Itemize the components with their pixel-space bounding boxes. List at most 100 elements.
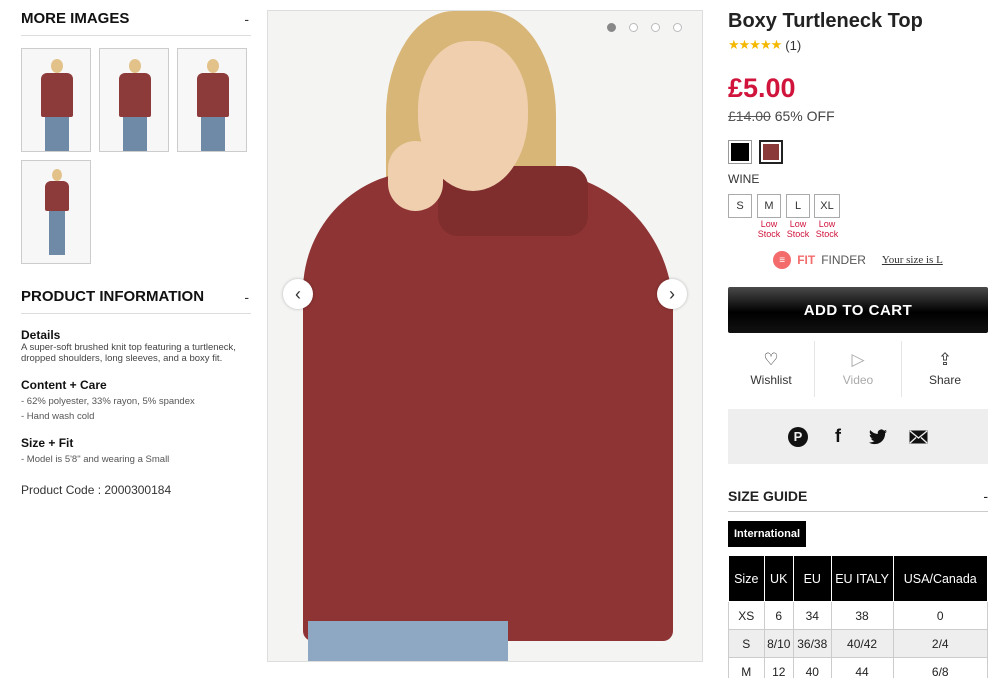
sale-price: £5.00 [728, 73, 796, 103]
product-information: PRODUCT INFORMATION - Details A super-so… [21, 288, 251, 497]
thumbnail-image[interactable] [177, 48, 247, 152]
size-guide-tab-international[interactable]: International [728, 521, 807, 547]
table-cell: 40 [792, 657, 832, 678]
carousel-dot[interactable] [673, 23, 682, 32]
share-icon: ⇪ [937, 350, 953, 369]
table-cell: 44 [830, 657, 894, 678]
low-stock-label: Low Stock [786, 219, 810, 239]
details-title: Details [21, 328, 61, 342]
share-button[interactable]: ⇪ Share [902, 341, 988, 397]
original-price-row: £14.00 65% OFF [728, 108, 988, 124]
content-care-title: Content + Care [21, 378, 107, 392]
more-images-title: MORE IMAGES [21, 10, 130, 27]
wishlist-label: Wishlist [750, 373, 792, 387]
star-icon: ★★★★★ [728, 37, 782, 52]
details-text: A super-soft brushed knit top featuring … [21, 342, 236, 364]
size-option-s[interactable]: S [728, 194, 752, 218]
size-option-m[interactable]: M [757, 194, 781, 218]
fit-finder-icon: ≡ [773, 251, 792, 269]
chevron-right-icon[interactable]: › [657, 279, 687, 309]
left-column: MORE IMAGES - PRODUCT INFORMATION - Deta… [21, 10, 251, 497]
size-option-l[interactable]: L [786, 194, 810, 218]
content-line: - Hand wash cold [21, 411, 95, 422]
content-line: - 62% polyester, 33% rayon, 5% spandex [21, 396, 195, 407]
collapse-toggle[interactable]: - [244, 11, 251, 27]
product-info-title: PRODUCT INFORMATION [21, 288, 205, 305]
fit-finder[interactable]: ≡ FIT FINDER Your size is L [728, 251, 988, 269]
size-selector: S M Low Stock L Low Stock XL Low Stock [728, 194, 988, 239]
product-code: Product Code : 2000300184 [21, 483, 172, 497]
play-icon: ▷ [851, 350, 865, 369]
swatch-black[interactable] [728, 140, 752, 164]
collapse-toggle[interactable]: - [983, 488, 988, 504]
size-guide-header[interactable]: SIZE GUIDE - [728, 488, 988, 512]
table-cell: 6/8 [892, 657, 989, 678]
table-cell: 36/38 [792, 629, 832, 658]
original-price: £14.00 [728, 108, 771, 124]
email-icon[interactable] [908, 427, 928, 447]
action-bar: ♡ Wishlist ▷ Video ⇪ Share [728, 341, 988, 397]
fit-finder-label-1: FIT [797, 253, 816, 267]
size-fit-line: - Model is 5'8" and wearing a Small [21, 454, 170, 465]
main-product-image[interactable]: ‹ › [267, 10, 703, 662]
product-title: Boxy Turtleneck Top [728, 10, 923, 32]
video-label: Video [842, 373, 874, 387]
product-info-header[interactable]: PRODUCT INFORMATION - [21, 288, 251, 314]
table-cell: 8/10 [763, 629, 794, 658]
table-row: XS 6 34 38 0 [728, 601, 989, 630]
table-cell: S [728, 629, 765, 658]
table-cell: 40/42 [830, 629, 894, 658]
collapse-toggle[interactable]: - [244, 289, 251, 305]
chevron-left-icon[interactable]: ‹ [283, 279, 313, 309]
heart-icon: ♡ [763, 350, 779, 369]
carousel-dots [607, 23, 682, 32]
table-cell: 2/4 [892, 629, 989, 658]
table-cell: 12 [763, 657, 794, 678]
swatch-wine[interactable] [759, 140, 783, 164]
table-cell: XS [728, 601, 765, 630]
table-header: EU [792, 555, 832, 602]
carousel-dot[interactable] [651, 23, 660, 32]
color-swatches [728, 140, 988, 164]
thumbnail-image[interactable] [21, 160, 91, 264]
wishlist-button[interactable]: ♡ Wishlist [728, 341, 815, 397]
low-stock-label: Low Stock [757, 219, 781, 239]
thumbnail-image[interactable] [21, 48, 91, 152]
discount-label: 65% OFF [774, 108, 835, 124]
your-size-link[interactable]: Your size is L [882, 254, 943, 266]
table-header: Size [728, 555, 765, 602]
table-header: USA/Canada [892, 555, 989, 602]
table-cell: M [728, 657, 765, 678]
facebook-icon[interactable]: f [828, 426, 848, 447]
pinterest-icon[interactable]: P [788, 426, 808, 447]
rating[interactable]: ★★★★★ (1) [728, 37, 988, 53]
social-share-bar: P f [728, 409, 988, 464]
table-cell: 38 [830, 601, 894, 630]
selected-color: WINE [728, 172, 760, 186]
table-cell: 34 [792, 601, 832, 630]
table-cell: 0 [892, 601, 989, 630]
table-row: S 8/10 36/38 40/42 2/4 [728, 629, 989, 658]
share-label: Share [928, 373, 962, 387]
low-stock-label: Low Stock [815, 219, 839, 239]
size-guide-table: Size UK EU EU ITALY USA/Canada XS 6 34 3… [728, 555, 989, 678]
table-header: EU ITALY [830, 555, 894, 602]
product-panel: Boxy Turtleneck Top ★★★★★ (1) £5.00 £14.… [728, 10, 989, 678]
table-row: M 12 40 44 6/8 [728, 657, 989, 678]
size-guide-title: SIZE GUIDE [728, 488, 808, 504]
carousel-dot[interactable] [629, 23, 638, 32]
review-count[interactable]: (1) [785, 38, 801, 53]
more-images-header[interactable]: MORE IMAGES - [21, 10, 251, 36]
video-button[interactable]: ▷ Video [815, 341, 902, 397]
table-header: UK [763, 555, 794, 602]
twitter-icon[interactable] [868, 427, 888, 447]
thumbnail-grid [21, 48, 251, 264]
thumbnail-image[interactable] [99, 48, 169, 152]
table-cell: 6 [763, 601, 794, 630]
add-to-cart-button[interactable]: ADD TO CART [728, 287, 988, 333]
carousel-dot[interactable] [607, 23, 616, 32]
size-option-xl[interactable]: XL [814, 194, 840, 218]
size-fit-title: Size + Fit [21, 436, 74, 450]
table-header-row: Size UK EU EU ITALY USA/Canada [728, 555, 989, 602]
fit-finder-label-2: FINDER [821, 253, 866, 267]
